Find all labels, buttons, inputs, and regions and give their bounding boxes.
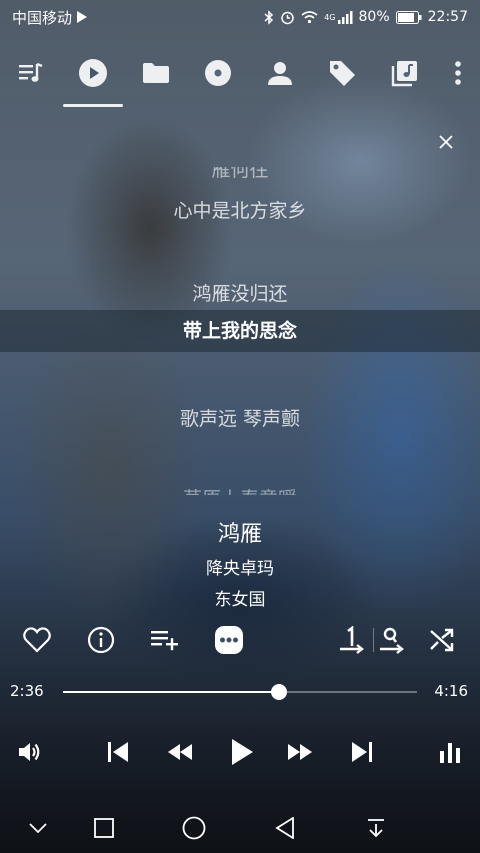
system-navigation-bar — [0, 800, 480, 853]
lyric-line: 心中是北方家乡 — [173, 200, 307, 222]
folder-icon — [142, 63, 169, 83]
repeat-one-button[interactable] — [330, 618, 374, 662]
current-time: 2:36 — [10, 682, 44, 700]
skip-next-icon — [352, 742, 372, 762]
heart-icon — [23, 627, 51, 653]
shuffle-icon — [430, 628, 454, 652]
close-icon — [439, 135, 453, 149]
playlist-add-icon — [151, 631, 178, 651]
fast-forward-icon — [288, 744, 312, 760]
square-icon — [94, 818, 114, 838]
pull-down-icon — [368, 819, 384, 838]
signal-icon — [337, 10, 353, 24]
tab-tags[interactable] — [318, 49, 366, 97]
nav-recents-button[interactable] — [84, 808, 124, 848]
play-button[interactable] — [220, 730, 264, 774]
circle-icon — [182, 816, 206, 840]
play-order-button[interactable] — [370, 618, 414, 662]
tab-now-playing[interactable] — [63, 49, 124, 107]
shuffle-button[interactable] — [420, 618, 464, 662]
play-circle-icon — [79, 59, 108, 87]
seek-bar-thumb[interactable] — [270, 684, 287, 700]
fast-forward-button[interactable] — [278, 730, 322, 774]
play-icon — [232, 739, 253, 765]
next-track-button[interactable] — [340, 730, 384, 774]
tab-library[interactable] — [381, 49, 429, 97]
tag-icon — [330, 61, 356, 86]
song-title: 鸿雁 — [217, 522, 262, 547]
nav-back-button[interactable] — [265, 808, 305, 848]
nav-home-button[interactable] — [174, 808, 214, 848]
add-to-playlist-button[interactable] — [143, 618, 187, 662]
tab-artists[interactable] — [256, 49, 304, 97]
wifi-icon — [301, 11, 318, 24]
repeat-one-icon — [340, 626, 364, 654]
nav-hide-button[interactable] — [18, 808, 58, 848]
lyric-line: 草原上春意暖 — [0, 484, 480, 495]
info-icon — [87, 626, 115, 654]
rewind-button[interactable] — [158, 730, 202, 774]
triangle-back-icon — [275, 817, 294, 839]
album-icon — [204, 60, 231, 86]
album-name[interactable]: 东女国 — [0, 585, 480, 610]
favorite-button[interactable] — [15, 618, 59, 662]
status-bar: 中国移动 4G 80% 22:57 — [0, 0, 480, 34]
volume-button[interactable] — [8, 730, 52, 774]
previous-track-button[interactable] — [96, 730, 140, 774]
more-horiz-icon — [215, 626, 243, 654]
seek-bar[interactable] — [63, 684, 417, 700]
current-lyric-line: 带上我的思念 — [0, 310, 480, 352]
skip-previous-icon — [108, 742, 128, 762]
progress-row: 2:36 4:16 — [0, 680, 480, 704]
action-row — [0, 618, 480, 662]
lyric-line: 雁何往 — [211, 159, 269, 181]
tab-queue[interactable] — [7, 49, 55, 97]
battery-icon — [395, 10, 422, 24]
artist-name[interactable]: 降央卓玛 — [0, 554, 480, 579]
clock: 22:57 — [427, 9, 468, 25]
queue-order-icon — [380, 627, 404, 654]
more-vert-icon — [455, 61, 461, 85]
tab-bar — [0, 44, 480, 107]
playback-controls — [0, 730, 480, 774]
more-options-button[interactable] — [207, 618, 251, 662]
rewind-icon — [168, 744, 192, 760]
tab-albums[interactable] — [194, 49, 242, 97]
equalizer-icon — [440, 743, 460, 763]
total-time: 4:16 — [434, 682, 468, 700]
equalizer-button[interactable] — [428, 730, 472, 774]
tab-overflow-menu[interactable] — [443, 49, 473, 97]
nav-notification-button[interactable] — [356, 808, 396, 848]
seek-bar-fill — [63, 691, 279, 693]
library-music-icon — [391, 61, 417, 87]
alarm-icon — [281, 11, 294, 24]
tab-folders[interactable] — [132, 49, 180, 97]
chevron-down-icon — [29, 823, 47, 833]
battery-percent: 80% — [358, 9, 390, 25]
artist-icon — [268, 62, 293, 85]
lyric-line: 鸿雁没归还 — [192, 283, 288, 305]
carrier-arrow-icon — [77, 11, 88, 23]
queue-icon — [19, 62, 43, 82]
lyric-line: 歌声远 琴声颤 — [179, 408, 301, 430]
volume-icon — [19, 743, 40, 761]
network-type-label: 4G — [324, 13, 336, 22]
lyrics-view[interactable]: 雁何往 心中是北方家乡 鸿雁没归还 带上我的思念 歌声远 琴声颤 草原上春意暖 — [0, 150, 480, 495]
bluetooth-icon — [264, 9, 274, 25]
info-button[interactable] — [79, 618, 123, 662]
carrier-label: 中国移动 — [12, 8, 73, 27]
